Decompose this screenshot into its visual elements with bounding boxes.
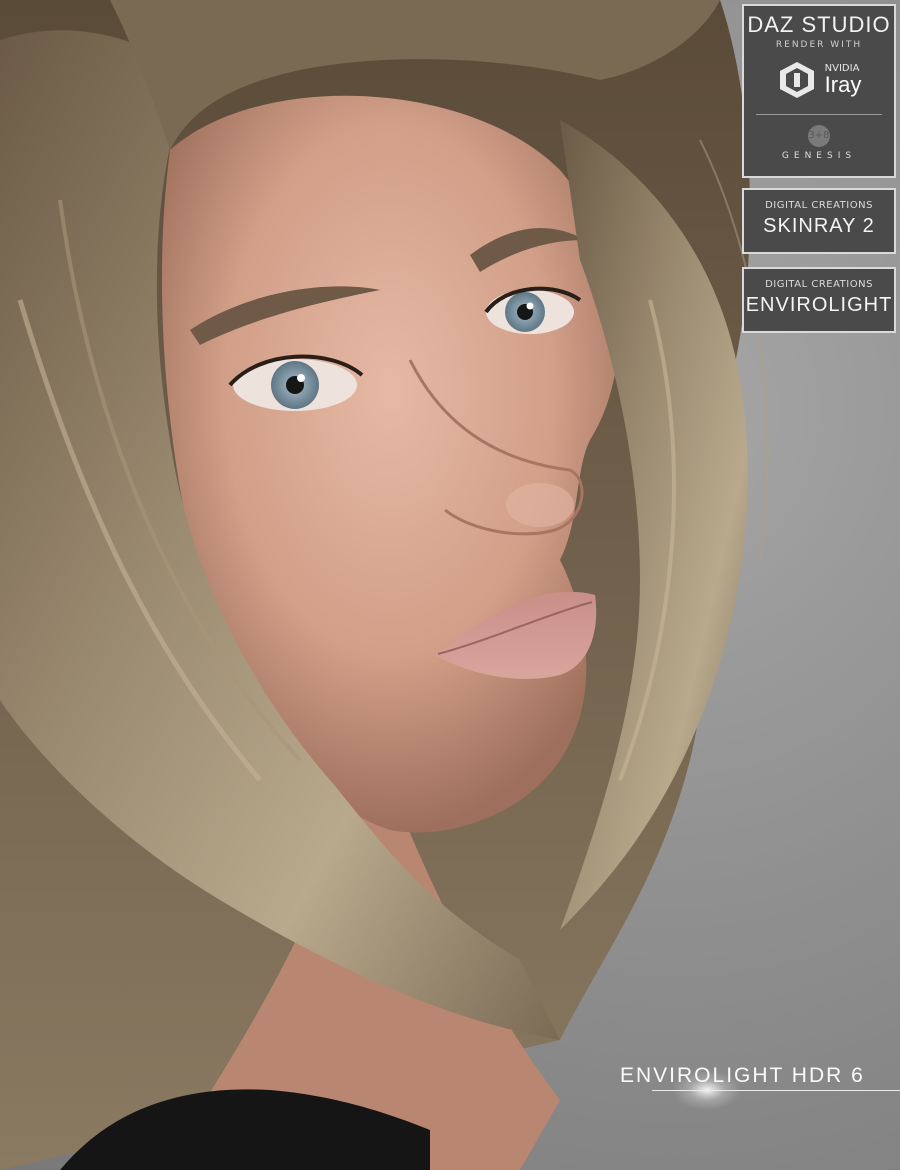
envirolight-title: ENVIROLIGHT <box>745 294 893 316</box>
promo-image: DAZ STUDIO RENDER WITH NVIDIA Iray 3+8 G… <box>0 0 900 1170</box>
nvidia-logo-icon <box>779 62 814 98</box>
iray-product-text: Iray <box>824 72 862 97</box>
skinray-badge: DIGITAL CREATIONS SKINRAY 2 <box>742 188 896 254</box>
nvidia-iray-logo: NVIDIA Iray <box>744 60 894 100</box>
genesis-logo-icon: 3+8 <box>808 125 830 147</box>
skinray-vendor: DIGITAL CREATIONS <box>765 200 873 211</box>
daz-studio-title: DAZ STUDIO <box>747 12 891 37</box>
daz-studio-badge: DAZ STUDIO RENDER WITH NVIDIA Iray 3+8 G… <box>742 4 896 178</box>
render-with-label: RENDER WITH <box>775 40 863 50</box>
envirolight-badge: DIGITAL CREATIONS ENVIROLIGHT <box>742 267 896 333</box>
product-title: ENVIROLIGHT HDR 6 <box>620 1064 865 1087</box>
genesis-label: GENESIS <box>781 151 857 161</box>
product-title-underline <box>652 1090 900 1091</box>
envirolight-vendor: DIGITAL CREATIONS <box>765 279 873 290</box>
badge-divider <box>756 114 882 115</box>
skinray-title: SKINRAY 2 <box>763 215 875 237</box>
